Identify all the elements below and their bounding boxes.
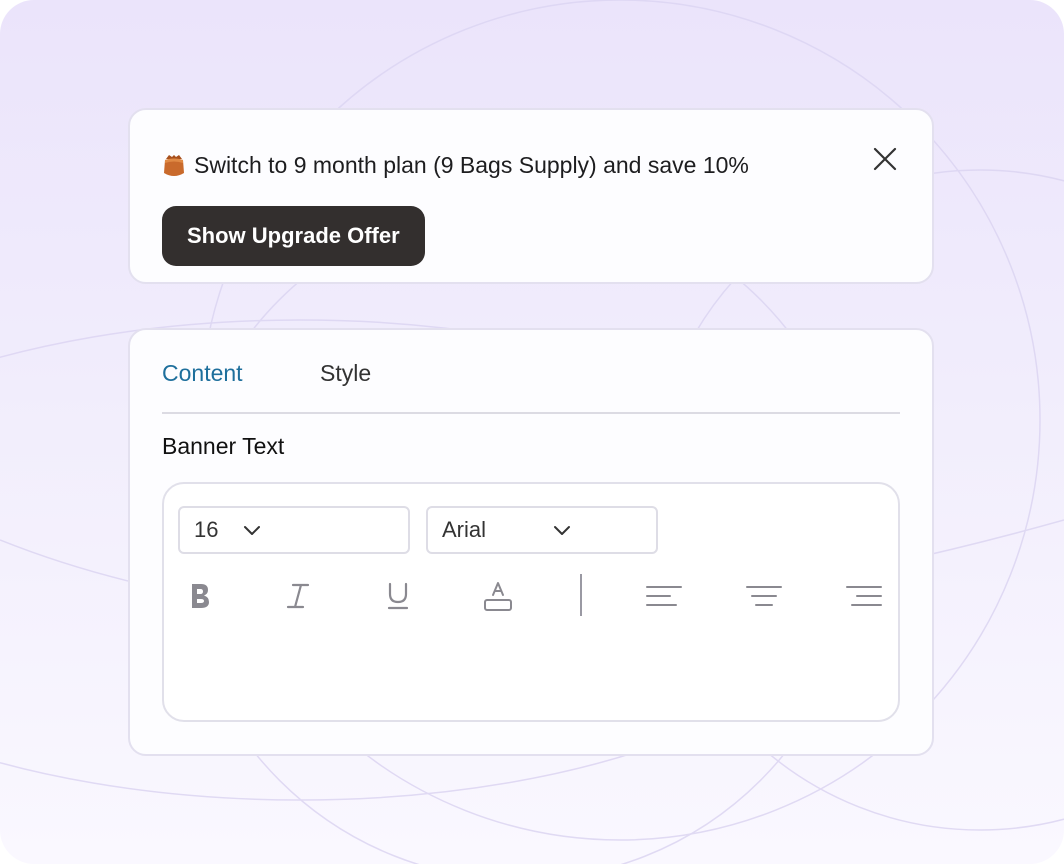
- app-frame: Switch to 9 month plan (9 Bags Supply) a…: [0, 0, 1064, 864]
- banner-message: Switch to 9 month plan (9 Bags Supply) a…: [194, 152, 749, 178]
- banner-message-row: Switch to 9 month plan (9 Bags Supply) a…: [162, 152, 749, 179]
- chevron-down-icon: [554, 526, 570, 535]
- align-left-icon[interactable]: [644, 576, 684, 616]
- font-size-select[interactable]: 16: [178, 506, 410, 554]
- shopping-bag-icon: [162, 153, 186, 179]
- italic-icon[interactable]: [278, 576, 318, 616]
- bold-icon[interactable]: [180, 576, 220, 616]
- font-family-value: Arial: [442, 517, 487, 542]
- banner-text-label: Banner Text: [162, 433, 285, 459]
- text-color-icon[interactable]: [478, 576, 518, 616]
- chevron-down-icon: [244, 526, 260, 535]
- align-center-icon[interactable]: [744, 576, 784, 616]
- font-size-value: 16: [194, 517, 219, 542]
- tab-content[interactable]: Content: [162, 360, 243, 387]
- banner-editor-card: Content Style Banner Text 16 Arial: [128, 328, 934, 756]
- close-icon[interactable]: [872, 146, 898, 172]
- font-family-select[interactable]: Arial: [426, 506, 658, 554]
- rich-text-editor[interactable]: 16 Arial: [162, 482, 900, 722]
- underline-icon[interactable]: [378, 576, 418, 616]
- show-upgrade-offer-button[interactable]: Show Upgrade Offer: [162, 206, 425, 266]
- toolbar-divider: [580, 574, 582, 616]
- upgrade-banner-card: Switch to 9 month plan (9 Bags Supply) a…: [128, 108, 934, 284]
- editor-tabs: Content Style: [162, 360, 900, 414]
- tab-style[interactable]: Style: [320, 360, 371, 387]
- align-right-icon[interactable]: [844, 576, 884, 616]
